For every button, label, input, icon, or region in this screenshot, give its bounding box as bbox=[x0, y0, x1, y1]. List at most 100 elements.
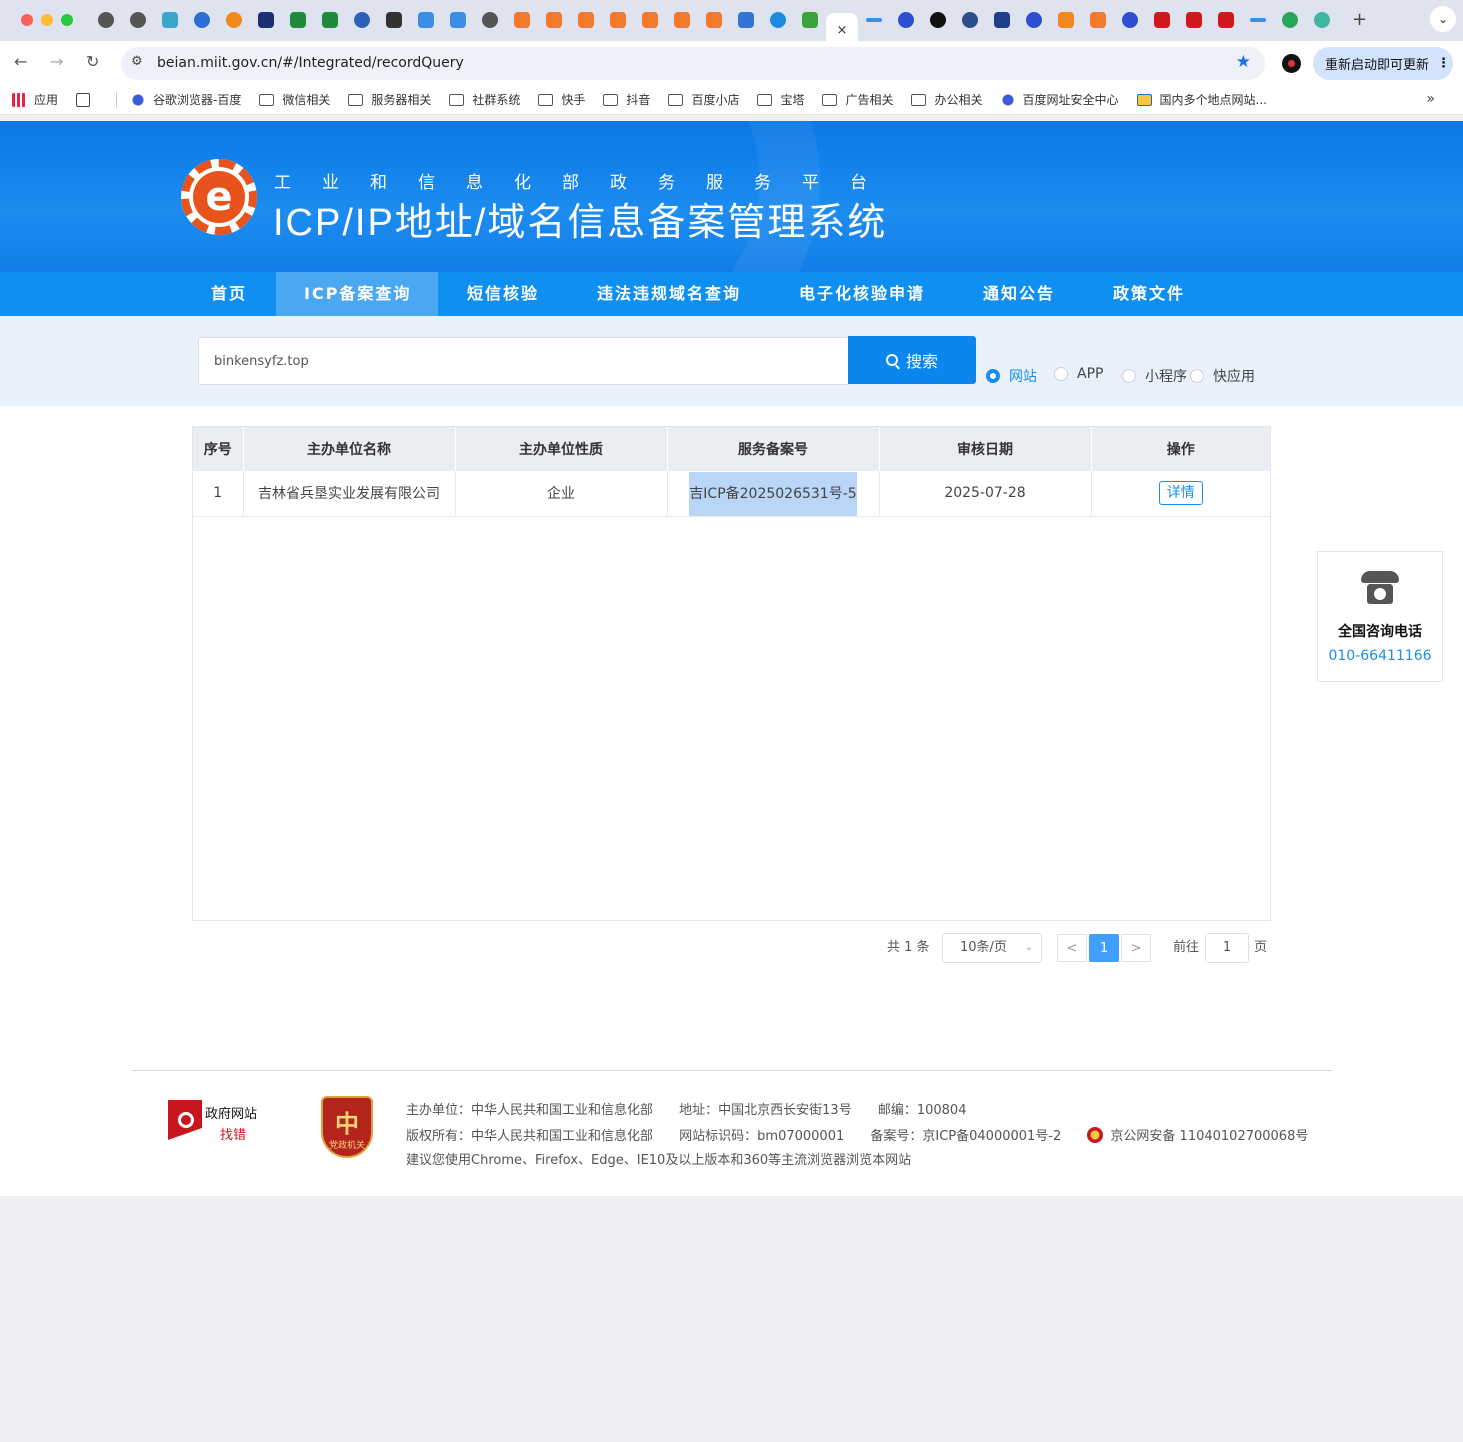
tab[interactable] bbox=[474, 6, 506, 34]
footer-police-record[interactable]: 京公网安备 11040102700068号 bbox=[1087, 1127, 1308, 1144]
tab[interactable] bbox=[122, 6, 154, 34]
address-bar[interactable]: ⚙ beian.miit.gov.cn/#/Integrated/recordQ… bbox=[121, 47, 1265, 80]
bookmark-folder[interactable]: 办公相关 bbox=[911, 91, 983, 108]
record-number-text[interactable]: 吉ICP备2025026531号-5 bbox=[689, 472, 857, 517]
relaunch-update-button[interactable]: 重新启动即可更新 ⋮ bbox=[1313, 47, 1453, 80]
baidu-icon bbox=[131, 92, 146, 107]
nav-e-verify[interactable]: 电子化核验申请 bbox=[799, 272, 925, 316]
maximize-window-button[interactable] bbox=[61, 14, 73, 26]
tab[interactable] bbox=[378, 6, 410, 34]
next-page-button[interactable]: > bbox=[1121, 934, 1151, 962]
nav-icp-query[interactable]: ICP备案查询 bbox=[276, 272, 438, 316]
tab[interactable] bbox=[314, 6, 346, 34]
reload-button[interactable]: ↻ bbox=[86, 52, 99, 71]
tab[interactable] bbox=[442, 6, 474, 34]
close-icon[interactable]: × bbox=[837, 23, 848, 38]
gov-site-error-report-logo[interactable]: 政府网站 找错 bbox=[168, 1098, 268, 1143]
nav-notices[interactable]: 通知公告 bbox=[983, 272, 1055, 316]
tab[interactable] bbox=[890, 6, 922, 34]
nav-illegal-domain[interactable]: 违法违规域名查询 bbox=[597, 272, 741, 316]
tab[interactable] bbox=[1114, 6, 1146, 34]
bookmark-folder[interactable]: 服务器相关 bbox=[348, 91, 431, 108]
goto-page-input[interactable]: 1 bbox=[1205, 933, 1249, 963]
tab[interactable] bbox=[1146, 6, 1178, 34]
nav-home[interactable]: 首页 bbox=[211, 272, 247, 316]
nav-policy[interactable]: 政策文件 bbox=[1113, 272, 1185, 316]
bookmark-item[interactable]: 百度网址安全中心 bbox=[1000, 91, 1119, 108]
site-info-icon[interactable]: ⚙ bbox=[131, 54, 143, 69]
tab[interactable] bbox=[954, 6, 986, 34]
folder-icon bbox=[668, 93, 684, 106]
tab[interactable] bbox=[506, 6, 538, 34]
tab[interactable] bbox=[154, 6, 186, 34]
tab[interactable] bbox=[410, 6, 442, 34]
tab[interactable] bbox=[1178, 6, 1210, 34]
footer-icp-link[interactable]: 备案号：京ICP备04000001号-2 bbox=[870, 1129, 1061, 1144]
bookmark-folder[interactable]: 宝塔 bbox=[757, 91, 804, 108]
radio-dot bbox=[1122, 369, 1136, 383]
radio-label: 小程序 bbox=[1145, 369, 1187, 385]
tab[interactable] bbox=[730, 6, 762, 34]
tab[interactable] bbox=[218, 6, 250, 34]
nav-sms-verify[interactable]: 短信核验 bbox=[467, 272, 539, 316]
url-text[interactable]: beian.miit.gov.cn/#/Integrated/recordQue… bbox=[157, 55, 464, 71]
tab[interactable] bbox=[1050, 6, 1082, 34]
back-button[interactable]: ← bbox=[14, 52, 27, 71]
tab[interactable] bbox=[570, 6, 602, 34]
bookmarks-overflow-icon[interactable]: » bbox=[1426, 91, 1435, 107]
more-icon[interactable]: ⋮ bbox=[1437, 56, 1450, 71]
bookmark-folder[interactable]: 百度小店 bbox=[668, 91, 739, 108]
bookmark-apps[interactable]: 应用 bbox=[12, 91, 58, 108]
cell-index: 1 bbox=[193, 471, 244, 517]
search-input[interactable] bbox=[198, 337, 849, 385]
bookmark-folder[interactable]: 快手 bbox=[538, 91, 585, 108]
tab[interactable] bbox=[762, 6, 794, 34]
bookmark-tab-groups[interactable] bbox=[76, 92, 98, 107]
tab[interactable] bbox=[1274, 6, 1306, 34]
tab[interactable] bbox=[698, 6, 730, 34]
tab[interactable] bbox=[90, 6, 122, 34]
tab[interactable] bbox=[1210, 6, 1242, 34]
page-number-button[interactable]: 1 bbox=[1089, 934, 1119, 962]
tab[interactable] bbox=[634, 6, 666, 34]
minimize-window-button[interactable] bbox=[41, 14, 53, 26]
tab[interactable] bbox=[922, 6, 954, 34]
tab[interactable] bbox=[858, 6, 890, 34]
search-button[interactable]: 搜索 bbox=[848, 336, 976, 384]
tab[interactable] bbox=[986, 6, 1018, 34]
radio-website[interactable]: 网站 bbox=[986, 366, 1037, 386]
profile-avatar[interactable] bbox=[1282, 54, 1301, 73]
bookmark-item[interactable]: 谷歌浏览器-百度 bbox=[131, 91, 241, 108]
bookmark-item[interactable]: 国内多个地点网站... bbox=[1136, 91, 1267, 108]
tab[interactable] bbox=[1306, 6, 1338, 34]
forward-button[interactable]: → bbox=[50, 52, 63, 71]
page-size-select[interactable]: 10条/页 ⌄ bbox=[942, 933, 1042, 963]
tab[interactable] bbox=[250, 6, 282, 34]
bookmark-folder[interactable]: 微信相关 bbox=[259, 91, 330, 108]
close-window-button[interactable] bbox=[21, 14, 33, 26]
tab[interactable] bbox=[186, 6, 218, 34]
radio-mini-program[interactable]: 小程序 bbox=[1122, 366, 1187, 386]
prev-page-button[interactable]: < bbox=[1057, 934, 1087, 962]
tab[interactable] bbox=[602, 6, 634, 34]
tab[interactable] bbox=[346, 6, 378, 34]
party-gov-badge[interactable]: 中 党政机关 bbox=[321, 1096, 373, 1158]
bookmark-folder[interactable]: 抖音 bbox=[603, 91, 650, 108]
tab[interactable] bbox=[794, 6, 826, 34]
bookmark-folder[interactable]: 广告相关 bbox=[822, 91, 893, 108]
bookmark-folder[interactable]: 社群系统 bbox=[449, 91, 520, 108]
gov-logo-line2: 找错 bbox=[220, 1128, 247, 1143]
tab[interactable] bbox=[538, 6, 570, 34]
detail-button[interactable]: 详情 bbox=[1158, 481, 1203, 506]
footer-site-code: 网站标识码：bm07000001 bbox=[679, 1129, 845, 1144]
radio-app[interactable]: APP bbox=[1054, 366, 1103, 382]
new-tab-button[interactable]: + bbox=[1352, 9, 1367, 30]
radio-quick-app[interactable]: 快应用 bbox=[1190, 366, 1255, 386]
tab[interactable] bbox=[1018, 6, 1050, 34]
tab-search-button[interactable]: ⌄ bbox=[1430, 6, 1456, 32]
tab[interactable] bbox=[1082, 6, 1114, 34]
tab[interactable] bbox=[282, 6, 314, 34]
bookmark-star-icon[interactable]: ★ bbox=[1236, 52, 1251, 72]
tab[interactable] bbox=[1242, 6, 1274, 34]
tab[interactable] bbox=[666, 6, 698, 34]
